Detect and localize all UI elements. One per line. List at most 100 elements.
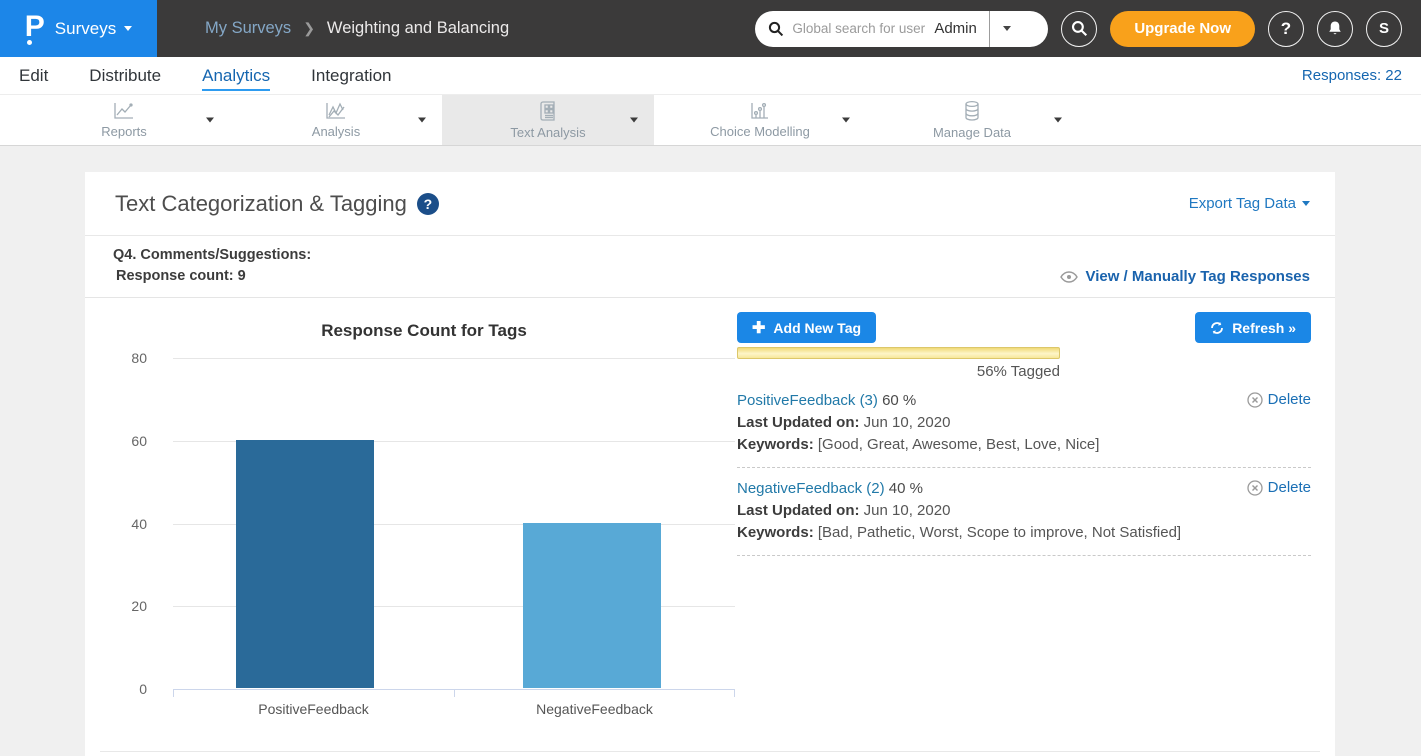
divider [100,751,1320,752]
view-manually-tag-link[interactable]: View / Manually Tag Responses [1060,268,1310,285]
nav-item-edit[interactable]: Edit [19,60,48,91]
tagging-panel: ✚ Add New Tag Refresh » 56% Tagged Posit… [737,310,1311,717]
multi-line-chart-icon [324,101,348,121]
tagged-percent-label: 56% Tagged [737,363,1060,380]
breadcrumb-current: Weighting and Balancing [327,19,509,38]
tab-label: Choice Modelling [710,124,810,139]
updated-label: Last Updated on: [737,502,860,519]
tab-dropdown-icon[interactable] [418,118,426,123]
y-tick-label: 60 [131,433,147,449]
tag-item: NegativeFeedback (2) 40 % Last Updated o… [737,478,1311,544]
search-icon [768,21,784,37]
notifications-button[interactable] [1317,11,1353,47]
search-input[interactable] [792,21,930,36]
top-header: P Surveys My Surveys ❯ Weighting and Bal… [0,0,1421,57]
tab-manage-data[interactable]: Manage Data [866,95,1078,145]
chart-title: Response Count for Tags [113,321,735,341]
tab-dropdown-icon[interactable] [630,118,638,123]
tagged-progress-bar [737,347,1060,359]
tag-name-link[interactable]: PositiveFeedback (3) [737,392,878,409]
tab-reports[interactable]: Reports [18,95,230,145]
updated-value: Jun 10, 2020 [864,502,951,519]
tag-percent: 40 % [889,480,923,497]
y-tick-label: 20 [131,598,147,614]
upgrade-now-button[interactable]: Upgrade Now [1110,11,1255,47]
y-tick-label: 0 [139,681,147,697]
tab-label: Analysis [312,124,360,139]
tag-name-link[interactable]: NegativeFeedback (2) [737,480,885,497]
breadcrumb: My Surveys ❯ Weighting and Balancing [205,19,509,38]
question-mark-icon: ? [1281,19,1291,39]
tab-label: Manage Data [933,125,1011,140]
tab-choice-modelling[interactable]: Choice Modelling [654,95,866,145]
text-analysis-card: Text Categorization & Tagging ? Export T… [85,172,1335,756]
divider [737,467,1311,468]
y-tick-label: 80 [131,350,147,366]
tag-percent: 60 % [882,392,916,409]
tag-list: PositiveFeedback (3) 60 % Last Updated o… [737,390,1311,556]
chart-x-labels: PositiveFeedbackNegativeFeedback [173,701,735,717]
survey-nav: Edit Distribute Analytics Integration Re… [0,57,1421,95]
responses-count[interactable]: Responses: 22 [1302,67,1402,84]
keywords-value: [Good, Great, Awesome, Best, Love, Nice] [818,436,1100,453]
response-count: Response count: 9 [113,266,311,287]
chart-plot-area [173,358,735,689]
eye-icon [1060,271,1078,283]
tab-label: Reports [101,124,147,139]
chevron-down-icon [124,26,132,31]
export-tag-data-button[interactable]: Export Tag Data [1189,195,1310,212]
chart-y-axis: 806040200 [113,358,147,689]
help-button[interactable]: ? [1268,11,1304,47]
nav-item-analytics[interactable]: Analytics [202,60,270,91]
delete-tag-button[interactable]: Delete [1247,479,1311,496]
y-tick-label: 40 [131,516,147,532]
plus-icon: ✚ [752,318,765,338]
search-scope-dropdown[interactable] [990,26,1024,31]
chevron-down-icon [1302,201,1310,206]
document-grid-icon [537,100,559,122]
divider [737,555,1311,556]
response-count-chart: Response Count for Tags 80 60 40 20 0 Positi… [113,310,735,717]
tab-dropdown-icon[interactable] [206,118,214,123]
search-scope-label: Admin [930,20,989,37]
bell-icon [1327,20,1343,37]
bar-PositiveFeedback[interactable] [236,440,374,688]
line-chart-icon [112,101,136,121]
breadcrumb-my-surveys[interactable]: My Surveys [205,19,291,38]
search-submit-button[interactable] [1061,11,1097,47]
product-label: Surveys [55,19,116,39]
delete-tag-button[interactable]: Delete [1247,391,1311,408]
keywords-label: Keywords: [737,436,814,453]
refresh-button[interactable]: Refresh » [1195,312,1311,343]
tab-dropdown-icon[interactable] [842,118,850,123]
x-tick-label: NegativeFeedback [454,701,735,717]
x-tick-label: PositiveFeedback [173,701,454,717]
tag-item: PositiveFeedback (3) 60 % Last Updated o… [737,390,1311,456]
tab-analysis[interactable]: Analysis [230,95,442,145]
avatar-initial: S [1379,20,1389,37]
page-title: Text Categorization & Tagging [115,191,407,217]
global-search: Admin [755,11,1048,47]
question-title: Q4. Comments/Suggestions: [113,245,311,266]
nav-item-integration[interactable]: Integration [311,60,391,91]
help-icon[interactable]: ? [417,193,439,215]
dotted-chart-icon [748,101,772,121]
tab-dropdown-icon[interactable] [1054,118,1062,123]
questionpro-logo-icon: P [25,12,45,42]
tab-label: Text Analysis [510,125,585,140]
chart-x-axis [173,689,735,697]
bar-NegativeFeedback[interactable] [523,523,661,689]
nav-item-distribute[interactable]: Distribute [89,60,161,91]
avatar[interactable]: S [1366,11,1402,47]
add-new-tag-button[interactable]: ✚ Add New Tag [737,312,876,343]
gridline [173,358,735,359]
circled-x-icon [1247,392,1263,408]
refresh-icon [1210,321,1224,335]
keywords-label: Keywords: [737,524,814,541]
search-icon [1071,20,1088,37]
analytics-tabstrip: Reports Analysis Text Analysis Choice Mo… [0,95,1421,146]
database-icon [961,100,983,122]
updated-label: Last Updated on: [737,414,860,431]
tab-text-analysis[interactable]: Text Analysis [442,95,654,145]
surveys-menu[interactable]: P Surveys [0,0,157,57]
